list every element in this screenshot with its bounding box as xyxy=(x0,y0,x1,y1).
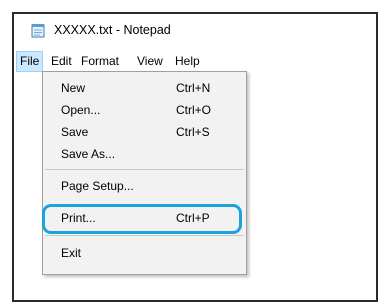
menu-item-exit[interactable]: Exit xyxy=(43,242,246,264)
menu-view[interactable]: View xyxy=(134,51,166,72)
menu-item-open[interactable]: Open... Ctrl+O xyxy=(43,99,246,121)
menu-item-page-setup[interactable]: Page Setup... xyxy=(43,175,246,197)
menu-item-print[interactable]: Print... Ctrl+P xyxy=(43,207,246,229)
menu-file[interactable]: File xyxy=(16,51,44,72)
menu-item-shortcut: Ctrl+O xyxy=(176,103,212,117)
menu-item-save-as[interactable]: Save As... xyxy=(43,143,246,165)
menu-help[interactable]: Help xyxy=(172,51,203,72)
menu-separator xyxy=(45,235,244,236)
menu-item-label: Save xyxy=(61,125,89,139)
menu-item-label: Open... xyxy=(61,103,101,117)
menu-edit[interactable]: Edit xyxy=(48,51,75,72)
menu-item-new[interactable]: New Ctrl+N xyxy=(43,77,246,99)
menu-item-label: Save As... xyxy=(61,147,116,161)
menu-separator xyxy=(45,169,244,170)
menu-item-label: Exit xyxy=(61,246,82,260)
menu-item-label: Page Setup... xyxy=(61,179,134,193)
menu-bar: File Edit Format View Help xyxy=(14,51,376,72)
menu-item-save[interactable]: Save Ctrl+S xyxy=(43,121,246,143)
file-menu-dropdown: New Ctrl+N Open... Ctrl+O Save Ctrl+S Sa… xyxy=(42,71,247,275)
menu-item-label: New xyxy=(61,81,86,95)
menu-item-label: Print... xyxy=(61,211,96,225)
menu-item-shortcut: Ctrl+N xyxy=(176,81,211,95)
window-title: XXXXX.txt - Notepad xyxy=(54,23,171,37)
menu-item-shortcut: Ctrl+S xyxy=(176,125,210,139)
menu-item-shortcut: Ctrl+P xyxy=(176,211,210,225)
notepad-icon xyxy=(31,23,47,38)
menu-format[interactable]: Format xyxy=(78,51,122,72)
title-bar[interactable]: XXXXX.txt - Notepad xyxy=(14,14,376,48)
